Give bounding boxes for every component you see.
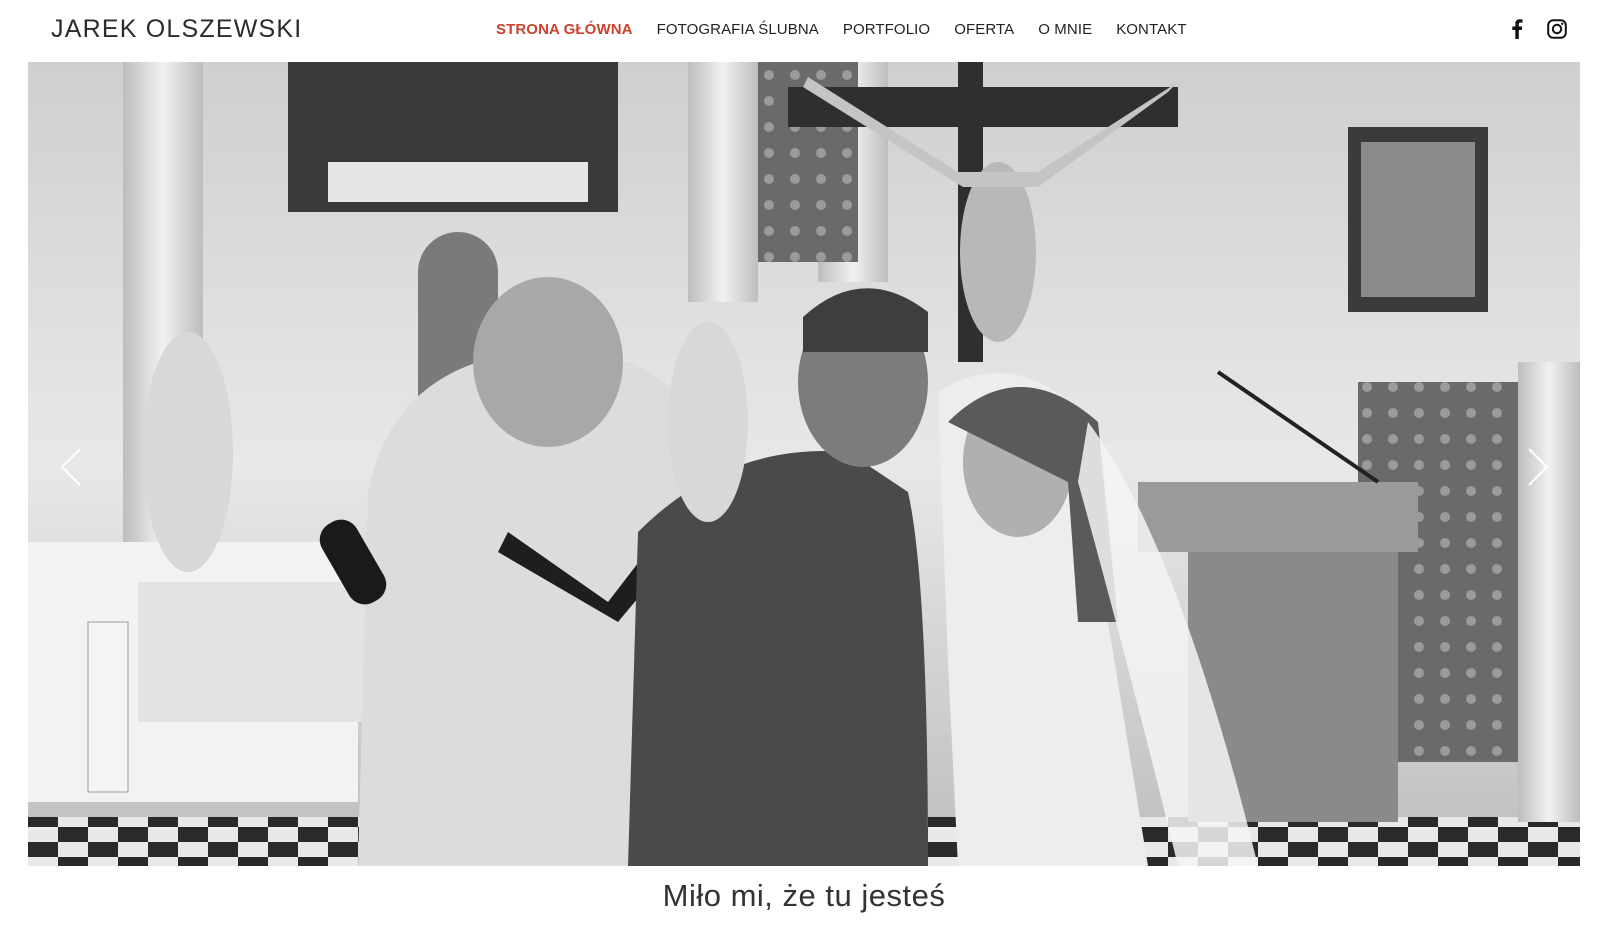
wedding-ceremony-photo (28, 62, 1580, 866)
nav-item-fotografia-slubna[interactable]: FOTOGRAFIA ŚLUBNA (657, 21, 819, 38)
chevron-left-icon[interactable] (56, 445, 86, 489)
hero-slideshow (28, 62, 1580, 866)
site-logo[interactable]: JAREK OLSZEWSKI (51, 15, 302, 44)
site-header: JAREK OLSZEWSKI STRONA GŁÓWNA FOTOGRAFIA… (0, 0, 1608, 62)
chevron-right-icon[interactable] (1523, 445, 1553, 489)
nav-item-kontakt[interactable]: KONTAKT (1116, 21, 1186, 38)
nav-item-o-mnie[interactable]: O MNIE (1038, 21, 1092, 38)
nav-item-oferta[interactable]: OFERTA (954, 21, 1014, 38)
instagram-icon[interactable] (1546, 18, 1568, 40)
main-nav: STRONA GŁÓWNA FOTOGRAFIA ŚLUBNA PORTFOLI… (496, 21, 1211, 38)
nav-item-strona-glowna[interactable]: STRONA GŁÓWNA (496, 21, 633, 38)
welcome-heading: Miło mi, że tu jesteś (662, 878, 946, 913)
facebook-icon[interactable] (1506, 18, 1528, 40)
social-links (1506, 18, 1568, 40)
nav-item-portfolio[interactable]: PORTFOLIO (843, 21, 930, 38)
